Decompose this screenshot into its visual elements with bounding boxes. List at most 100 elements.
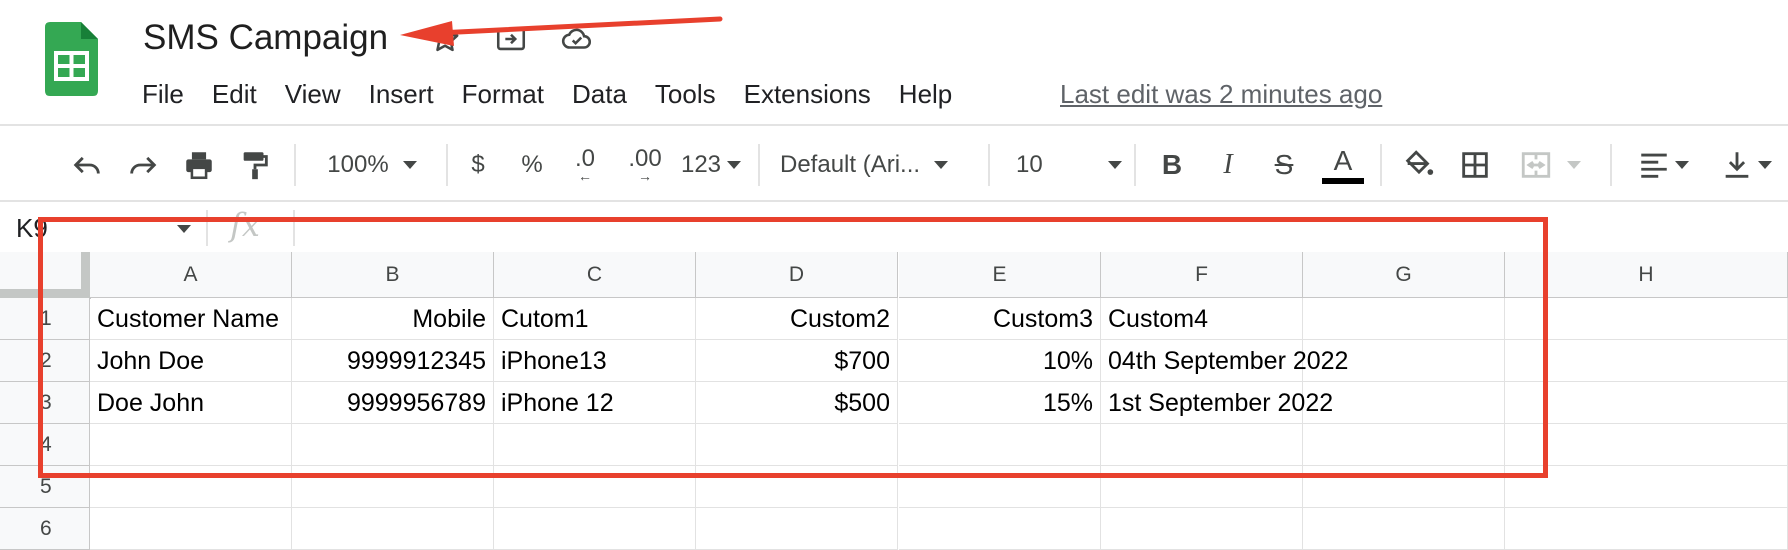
fill-color-icon[interactable] xyxy=(1398,130,1440,200)
cell-c1[interactable]: Cutom1 xyxy=(494,298,696,340)
cell-f4[interactable] xyxy=(1101,424,1303,466)
cell-b3[interactable]: 9999956789 xyxy=(292,382,494,424)
cell-a1[interactable]: Customer Name xyxy=(90,298,292,340)
cell-f3[interactable]: 1st September 2022 xyxy=(1101,382,1333,424)
cell-g3[interactable] xyxy=(1303,382,1505,424)
column-header-a[interactable]: A xyxy=(90,252,292,298)
cell-d1[interactable]: Custom2 xyxy=(696,298,898,340)
row-header-1[interactable]: 1 xyxy=(0,298,90,340)
cell-a6[interactable] xyxy=(90,508,292,550)
cell-e4[interactable] xyxy=(899,424,1101,466)
cell-c5[interactable] xyxy=(494,466,696,508)
cell-b6[interactable] xyxy=(292,508,494,550)
last-edit-link[interactable]: Last edit was 2 minutes ago xyxy=(1060,74,1382,114)
cell-h3[interactable] xyxy=(1505,382,1788,424)
paint-format-icon[interactable] xyxy=(234,130,276,200)
cell-e6[interactable] xyxy=(899,508,1101,550)
cell-g6[interactable] xyxy=(1303,508,1505,550)
cell-b5[interactable] xyxy=(292,466,494,508)
cell-h1[interactable] xyxy=(1505,298,1788,340)
print-icon[interactable] xyxy=(178,130,220,200)
column-header-f[interactable]: F xyxy=(1101,252,1303,298)
undo-icon[interactable] xyxy=(66,130,108,200)
column-header-h[interactable]: H xyxy=(1505,252,1788,298)
cell-g4[interactable] xyxy=(1303,424,1505,466)
column-header-e[interactable]: E xyxy=(899,252,1101,298)
name-box[interactable]: K9 xyxy=(16,208,48,248)
cell-h4[interactable] xyxy=(1505,424,1788,466)
font-family-select[interactable]: Default (Ari... xyxy=(780,130,976,200)
cell-a3[interactable]: Doe John xyxy=(90,382,292,424)
menu-data[interactable]: Data xyxy=(572,79,627,110)
cell-d3[interactable]: $500 xyxy=(696,382,898,424)
row-header-2[interactable]: 2 xyxy=(0,340,90,382)
star-icon[interactable] xyxy=(428,22,462,56)
cell-c4[interactable] xyxy=(494,424,696,466)
cell-b2[interactable]: 9999912345 xyxy=(292,340,494,382)
menu-tools[interactable]: Tools xyxy=(655,79,716,110)
cell-h5[interactable] xyxy=(1505,466,1788,508)
cell-c2[interactable]: iPhone13 xyxy=(494,340,696,382)
menu-help[interactable]: Help xyxy=(899,79,952,110)
row-header-3[interactable]: 3 xyxy=(0,382,90,424)
text-color-button[interactable]: A xyxy=(1320,130,1366,200)
menu-view[interactable]: View xyxy=(285,79,341,110)
bold-button[interactable]: B xyxy=(1152,130,1192,200)
menu-edit[interactable]: Edit xyxy=(212,79,257,110)
strikethrough-button[interactable]: S xyxy=(1264,130,1304,200)
cell-e2[interactable]: 10% xyxy=(899,340,1101,382)
column-header-g[interactable]: G xyxy=(1303,252,1505,298)
cell-b1[interactable]: Mobile xyxy=(292,298,494,340)
document-title[interactable]: SMS Campaign xyxy=(143,16,388,60)
chevron-down-icon[interactable] xyxy=(177,225,191,233)
menu-insert[interactable]: Insert xyxy=(369,79,434,110)
cell-g2[interactable] xyxy=(1303,340,1505,382)
cell-f1[interactable]: Custom4 xyxy=(1101,298,1303,340)
cell-a5[interactable] xyxy=(90,466,292,508)
cell-d2[interactable]: $700 xyxy=(696,340,898,382)
cell-a2[interactable]: John Doe xyxy=(90,340,292,382)
vertical-align-icon[interactable] xyxy=(1708,130,1784,200)
horizontal-align-icon[interactable] xyxy=(1626,130,1700,200)
cell-c3[interactable]: iPhone 12 xyxy=(494,382,696,424)
percent-format-button[interactable]: % xyxy=(512,130,552,200)
menu-extensions[interactable]: Extensions xyxy=(744,79,871,110)
cell-g1[interactable] xyxy=(1303,298,1505,340)
cloud-status-icon[interactable] xyxy=(560,22,594,56)
cell-h2[interactable] xyxy=(1505,340,1788,382)
increase-decimal-button[interactable]: .00 → xyxy=(620,130,670,200)
italic-button[interactable]: I xyxy=(1208,130,1248,200)
currency-format-button[interactable]: $ xyxy=(458,130,498,200)
column-header-c[interactable]: C xyxy=(494,252,696,298)
move-to-folder-icon[interactable] xyxy=(494,22,528,56)
merge-cells-icon[interactable] xyxy=(1510,130,1590,200)
cell-f5[interactable] xyxy=(1101,466,1303,508)
number-format-select[interactable]: 123 xyxy=(676,130,746,200)
freeze-row-handle[interactable] xyxy=(0,289,90,298)
cell-a4[interactable] xyxy=(90,424,292,466)
decrease-decimal-button[interactable]: .0 ← xyxy=(562,130,608,200)
cell-e5[interactable] xyxy=(899,466,1101,508)
redo-icon[interactable] xyxy=(122,130,164,200)
cell-d5[interactable] xyxy=(696,466,898,508)
cell-d6[interactable] xyxy=(696,508,898,550)
cell-f2[interactable]: 04th September 2022 xyxy=(1101,340,1348,382)
zoom-select[interactable]: 100% xyxy=(312,130,432,200)
cell-g5[interactable] xyxy=(1303,466,1505,508)
menu-file[interactable]: File xyxy=(142,79,184,110)
google-sheets-logo-icon[interactable] xyxy=(45,22,98,96)
column-header-b[interactable]: B xyxy=(292,252,494,298)
cell-e1[interactable]: Custom3 xyxy=(899,298,1101,340)
borders-icon[interactable] xyxy=(1454,130,1496,200)
cell-e3[interactable]: 15% xyxy=(899,382,1101,424)
cell-d4[interactable] xyxy=(696,424,898,466)
row-header-5[interactable]: 5 xyxy=(0,466,90,508)
font-size-select[interactable]: 10 xyxy=(1008,130,1122,200)
cell-b4[interactable] xyxy=(292,424,494,466)
cell-c6[interactable] xyxy=(494,508,696,550)
cell-f6[interactable] xyxy=(1101,508,1303,550)
row-header-4[interactable]: 4 xyxy=(0,424,90,466)
cell-h6[interactable] xyxy=(1505,508,1788,550)
menu-format[interactable]: Format xyxy=(462,79,544,110)
column-header-d[interactable]: D xyxy=(696,252,898,298)
